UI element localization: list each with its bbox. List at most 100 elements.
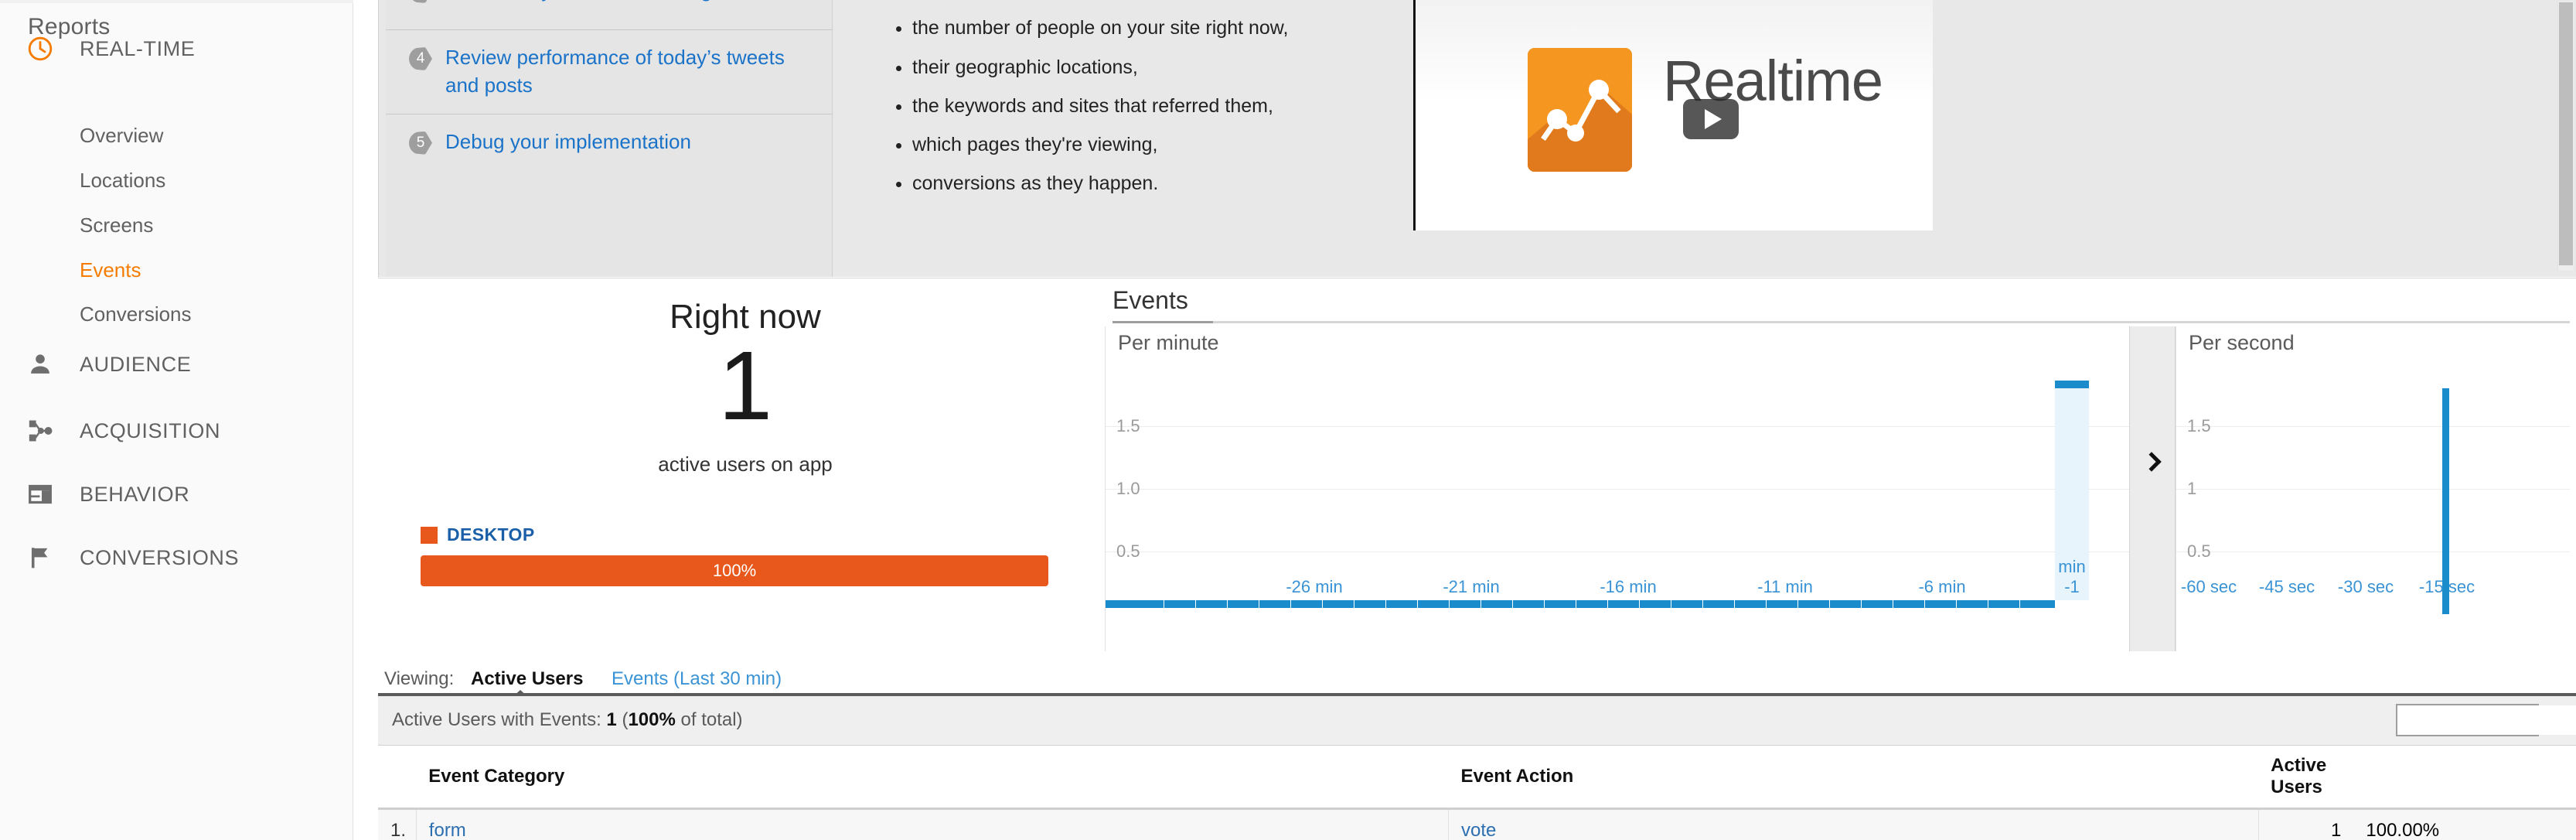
x-axis-bar <box>1106 600 2055 608</box>
table-header-row: Event Category Event Action Active Users <box>378 746 2576 810</box>
gridline <box>2176 489 2570 490</box>
gridline <box>2176 426 2570 427</box>
gridline <box>1106 426 2129 427</box>
sidebar-item-overview[interactable]: Overview <box>80 124 163 148</box>
per-minute-chart: Per minute 1.5 1.0 0.5 min-1 -26 min -2 <box>1105 326 2129 651</box>
device-legend[interactable]: DESKTOP <box>421 524 535 545</box>
gridline <box>2176 551 2570 552</box>
per-second-plot: 1.5 1 0.5 -60 sec -45 sec -30 sec -15 se… <box>2176 364 2570 614</box>
legend-label: DESKTOP <box>447 524 535 545</box>
y-tick-label: 1.0 <box>1116 479 1140 498</box>
cell-event-action[interactable]: vote <box>1448 808 2259 840</box>
active-users-count: 1 <box>717 331 773 440</box>
play-icon[interactable] <box>1683 99 1739 139</box>
realtime-feature-list: the number of people on your site right … <box>912 14 1371 197</box>
feature-item: the keywords and sites that referred the… <box>912 92 1371 120</box>
column-header-active-users[interactable]: Active Users <box>2258 746 2354 810</box>
gridline <box>1106 489 2129 490</box>
sidebar-section-label: REAL-TIME <box>80 36 196 60</box>
search-input[interactable] <box>2397 705 2576 735</box>
current-minute-label: min -1 <box>2058 557 2086 597</box>
feature-item: conversions as they happen. <box>912 169 1371 197</box>
cell-active-users: 1 <box>2257 808 2354 840</box>
sidebar-section-audience[interactable]: AUDIENCE <box>0 340 353 388</box>
intro-panel-scrollbar-thumb[interactable] <box>2559 2 2573 265</box>
quick-steps-list: 3 See if today's content is being viewed… <box>386 0 833 180</box>
quick-steps-card: 3 See if today's content is being viewed… <box>386 0 833 277</box>
sidebar-section-label: AUDIENCE <box>80 352 192 376</box>
x-tick-label: -45 sec <box>2258 577 2315 596</box>
summary-prefix: Active Users with Events: <box>392 709 601 730</box>
flag-icon <box>26 543 55 572</box>
sidebar-item-conversions[interactable]: Conversions <box>80 302 192 326</box>
column-header-percent <box>2353 746 2576 810</box>
legend-color-swatch <box>421 526 438 544</box>
step-item[interactable]: 3 See if today's content is being viewed <box>386 0 833 29</box>
cell-event-category[interactable]: form <box>415 808 1449 840</box>
active-users-with-events-summary: Active Users with Events: 1 (100% of tot… <box>392 709 743 731</box>
step-item[interactable]: 5 Debug your implementation <box>386 113 833 180</box>
realtime-intro-panel: 3 See if today's content is being viewed… <box>378 0 2576 277</box>
step-link[interactable]: Debug your implementation <box>445 128 802 156</box>
events-data-table: Event Category Event Action Active Users… <box>378 746 2576 840</box>
per-second-chart: Per second 1.5 1 0.5 -60 sec -45 sec -30… <box>2176 326 2570 651</box>
realtime-description: reported seconds after it occurs. Real-T… <box>867 0 1371 209</box>
device-share-bar: 100% <box>421 555 1048 586</box>
summary-count: 1 <box>606 709 617 730</box>
sidebar-section-conversions[interactable]: CONVERSIONS <box>0 534 353 582</box>
sidebar-section-behavior[interactable]: BEHAVIOR <box>0 470 353 518</box>
sidebar-item-screens[interactable]: Screens <box>80 213 153 237</box>
x-tick-label: -21 min <box>1443 577 1500 596</box>
sidebar-item-locations[interactable]: Locations <box>80 169 165 193</box>
gridline <box>1106 551 2129 552</box>
bar-value-cap <box>2055 381 2089 388</box>
sidebar-section-label: BEHAVIOR <box>80 482 190 506</box>
active-users-caption: active users on app <box>658 452 833 476</box>
per-minute-label: Per minute <box>1118 331 1219 354</box>
x-tick-label: -15 sec <box>2418 577 2475 596</box>
feature-item: their geographic locations, <box>912 53 1371 81</box>
table-search[interactable] <box>2396 704 2576 736</box>
viewing-bar: Viewing: Active Users Events (Last 30 mi… <box>378 662 2576 698</box>
step-link[interactable]: Review performance of today’s tweets and… <box>445 44 802 100</box>
step-number-badge: 3 <box>409 0 432 3</box>
table-summary-bar: Active Users with Events: 1 (100% of tot… <box>378 696 2576 746</box>
sidebar-item-events[interactable]: Events <box>80 258 141 282</box>
x-tick-label: -30 sec <box>2337 577 2394 596</box>
tab-active-users[interactable]: Active Users <box>471 668 583 690</box>
feature-item: the number of people on your site right … <box>912 14 1371 42</box>
sidebar-section-real-time[interactable]: REAL-TIME <box>0 25 353 73</box>
y-tick-label: 1.5 <box>1116 416 1140 435</box>
tab-events-last-30-min[interactable]: Events (Last 30 min) <box>612 668 782 690</box>
google-analytics-logo <box>1528 48 1632 172</box>
share-nodes-icon <box>26 416 55 446</box>
events-table: Active Users with Events: 1 (100% of tot… <box>378 693 2576 840</box>
realtime-description-card: reported seconds after it occurs. Real-T… <box>833 0 1379 277</box>
step-number-badge: 4 <box>409 47 432 70</box>
realtime-video-thumbnail[interactable]: Realtime <box>1413 0 1933 230</box>
person-icon <box>26 350 55 379</box>
sidebar-section-label: CONVERSIONS <box>80 545 240 569</box>
x-tick-label: -11 min <box>1757 577 1813 596</box>
table-row[interactable]: 1. form vote 1 100.00% <box>378 808 2576 840</box>
events-section-title: Events <box>1113 286 1188 314</box>
summary-percent: 100% <box>628 709 676 730</box>
sidebar-section-label: ACQUISITION <box>80 418 221 442</box>
x-tick-label: -60 sec <box>2180 577 2237 596</box>
sidebar-section-acquisition[interactable]: ACQUISITION <box>0 407 353 455</box>
y-tick-label: 0.5 <box>2187 541 2211 561</box>
per-second-label: Per second <box>2189 331 2295 354</box>
sidebar: Reports REAL-TIME Overview Locations Scr… <box>0 0 353 840</box>
y-tick-label: 1 <box>2187 479 2197 498</box>
clock-icon <box>26 34 55 63</box>
step-number-badge: 5 <box>409 131 432 155</box>
summary-suffix: of total) <box>675 709 743 730</box>
events-title-rule <box>1113 321 2570 323</box>
row-index: 1. <box>378 808 417 840</box>
step-link[interactable]: See if today's content is being viewed <box>445 0 802 5</box>
x-tick-label: -26 min <box>1286 577 1343 596</box>
step-item[interactable]: 4 Review performance of today’s tweets a… <box>386 29 833 114</box>
column-header-event-category[interactable]: Event Category <box>416 746 1449 810</box>
column-header-event-action[interactable]: Event Action <box>1448 746 2259 810</box>
device-share-value: 100% <box>712 561 757 580</box>
